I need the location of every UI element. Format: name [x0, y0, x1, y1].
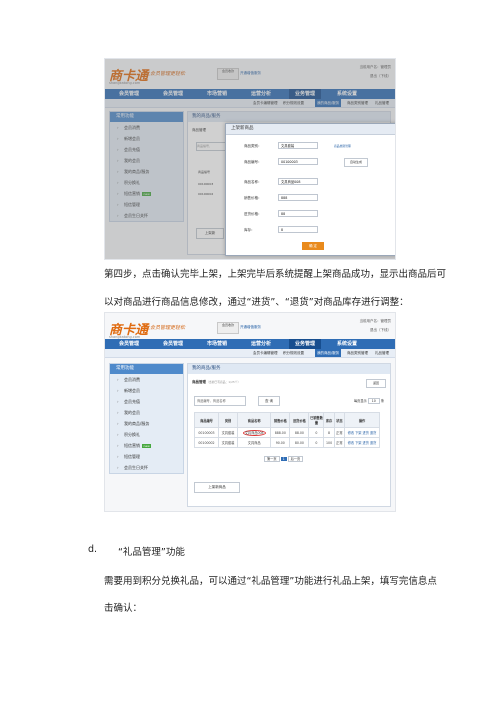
add-product-button[interactable]: 上架新商品	[194, 482, 240, 493]
open-service-link[interactable]: 开通增值服务	[240, 325, 261, 330]
screenshot-product-list: 商卡通 shangkatong.com 让会员管理更轻松 会员收款 开通增值服务…	[104, 312, 396, 512]
table-cell: 00100003	[194, 427, 219, 438]
current-user: 当前用户名：管理员	[359, 319, 392, 323]
sidebar-title: 常用功能	[110, 364, 183, 374]
column-header: 商品编号	[194, 412, 219, 428]
row-actions[interactable]: 修改 下架 进货 退货	[344, 427, 380, 438]
step-four-line-1: 第四步，点击确认完毕上架，上架完毕后系统提醒上架商品成功，显示出商品后可	[104, 269, 447, 280]
table-cell: 90.00	[270, 437, 291, 448]
field-label: 商品编号：	[244, 160, 262, 164]
table-row: 00100002 文具套装 文具商品 90.00 80.00 0 100 正常 …	[194, 437, 380, 448]
category-select[interactable]: 文具套装	[278, 142, 318, 149]
product-name-field[interactable]: 文具商品008	[278, 178, 318, 185]
field-label: 库存：	[244, 228, 255, 232]
nav-item[interactable]: 运营分析	[251, 339, 271, 349]
per-page-control: 每页显示 10 条	[353, 398, 384, 404]
column-header: 类别	[217, 412, 239, 428]
logout-link[interactable]: 退出（下线）	[370, 328, 391, 333]
product-code-field[interactable]: 00100003	[278, 158, 318, 165]
product-table: 商品编号 类别 商品名称 销售价格 进货价格 已销售数量 库存 状态 操作 00…	[194, 412, 380, 448]
column-header: 已销售数量	[308, 412, 325, 428]
header-box[interactable]: 会员收款	[217, 322, 239, 334]
table-cell: 正常	[333, 437, 346, 448]
step-four-line-2: 以对商品进行商品信息修改，通过“进货”、“退货”对商品库存进行调整：	[104, 297, 409, 308]
first-page-button[interactable]: 第一页	[264, 456, 280, 462]
sidebar: 常用功能 会员消费 新增会员 会员充值 我的会员 我的商品/服务 积分换礼 短信…	[109, 363, 184, 474]
table-cell: 80.00	[289, 437, 310, 448]
table-cell: 文具套装	[217, 437, 239, 448]
table-cell: 0	[308, 437, 325, 448]
subnav-item[interactable]: 礼品管理	[375, 349, 389, 357]
search-button[interactable]: 查 询	[258, 396, 280, 406]
confirm-button[interactable]: 确 定	[302, 242, 324, 250]
field-label: 销售价格：	[244, 196, 262, 200]
table-header: 商品编号 类别 商品名称 销售价格 进货价格 已销售数量 库存 状态 操作	[194, 412, 380, 428]
column-header: 商品名称	[237, 412, 272, 428]
field-label: 进货价格：	[244, 212, 262, 216]
sale-price-field[interactable]: 888	[278, 194, 318, 201]
table-cell: 888.00	[270, 427, 291, 438]
sidebar-item[interactable]: 会员充值	[110, 396, 183, 407]
nav-item[interactable]: 会员管理	[119, 339, 139, 349]
column-header: 库存	[323, 412, 335, 428]
table-cell: 文具商品	[237, 437, 272, 448]
table-cell: 100	[323, 437, 335, 448]
column-header: 状态	[333, 412, 346, 428]
pagination: 第一页 1 后一页	[264, 456, 304, 462]
sidebar-item[interactable]: 短信管理	[110, 451, 183, 462]
table-cell: 文具商品008	[237, 427, 272, 438]
sub-nav: 会员卡编辑管理 积分规则设置 我的商品/服务 商品类别管理 礼品管理	[105, 349, 395, 358]
sidebar-item[interactable]: 会员消费	[110, 374, 183, 385]
nav-item[interactable]: 系统设置	[337, 339, 357, 349]
sidebar-item[interactable]: 积分换礼	[110, 429, 183, 440]
field-label: 商品类别：	[244, 144, 262, 148]
column-header: 操作	[344, 412, 380, 428]
column-header: 进货价格	[289, 412, 310, 428]
section-d-title: “礼品管理”功能	[118, 547, 185, 558]
nav-item-active[interactable]: 业务管理	[289, 339, 322, 349]
main-title: 我的商品/服务	[188, 364, 390, 374]
table-cell: 00100002	[194, 437, 219, 448]
add-product-dialog: 上架新商品 × 商品类别： 文具套装 商品类别管理 商品编号： 00100003…	[225, 123, 395, 256]
column-header: 销售价格	[270, 412, 291, 428]
sidebar-item[interactable]: 我的会员	[110, 407, 183, 418]
section-d-marker: d.	[88, 544, 98, 555]
next-page-button[interactable]: 后一页	[287, 456, 304, 462]
main-panel: 我的商品/服务 商品管理（当前已有商品：1/25个） 返回 商品编号、商品名称 …	[187, 363, 391, 507]
back-button[interactable]: 返回	[366, 379, 386, 388]
gift-management-line-2: 击确认：	[104, 603, 143, 614]
table-cell: 0	[308, 427, 325, 438]
table-cell: 文具套装	[217, 427, 239, 438]
stock-field[interactable]: 8	[278, 226, 318, 233]
slogan: 让会员管理更轻松	[145, 325, 186, 331]
gift-management-line-1: 需要用到积分兑换礼品，可以通过“礼品管理”功能进行礼品上架，填写完信息点	[104, 576, 437, 587]
sidebar-item[interactable]: 会员生日关怀	[110, 462, 183, 473]
new-badge: new	[142, 444, 152, 448]
table-cell: 88.00	[289, 427, 310, 438]
auto-generate-button[interactable]: 自动生成	[344, 158, 368, 167]
main-nav: 会员管理 会员管理 市场营销 运营分析 业务管理 系统设置	[105, 339, 395, 349]
sidebar-item[interactable]: 短信营销new	[110, 440, 183, 451]
table-cell: 正常	[333, 427, 346, 438]
dialog-title: 上架新商品	[226, 124, 395, 135]
panel-title: 商品管理（当前已有商品：1/25个）	[192, 380, 241, 384]
screenshot-add-product-dialog: 商卡通 shangkatong.com 让会员管理更轻松 会员收款 开通增值服务…	[104, 58, 396, 260]
row-actions[interactable]: 修改 下架 进货 退货	[344, 437, 380, 448]
field-label: 商品名称：	[244, 180, 262, 184]
sidebar-item[interactable]: 新增会员	[110, 385, 183, 396]
page-number[interactable]: 1	[280, 457, 287, 461]
table-row: 00100003 文具套装 文具商品008 888.00 88.00 0 8 正…	[194, 427, 380, 438]
subnav-item[interactable]: 商品类别管理	[347, 349, 368, 357]
sidebar-item[interactable]: 我的商品/服务	[110, 418, 183, 429]
subnav-item[interactable]: 积分规则设置	[283, 349, 304, 357]
nav-item[interactable]: 市场营销	[207, 339, 227, 349]
subnav-item[interactable]: 会员卡编辑管理	[253, 349, 278, 357]
search-input[interactable]: 商品编号、商品名称	[194, 396, 246, 406]
subnav-item-active[interactable]: 我的商品/服务	[315, 349, 342, 357]
category-manage-link[interactable]: 商品类别管理	[334, 144, 351, 148]
table-cell: 8	[323, 427, 335, 438]
purchase-price-field[interactable]: 88	[278, 210, 318, 217]
nav-item[interactable]: 会员管理	[163, 339, 183, 349]
per-page-select[interactable]: 10	[367, 398, 380, 404]
